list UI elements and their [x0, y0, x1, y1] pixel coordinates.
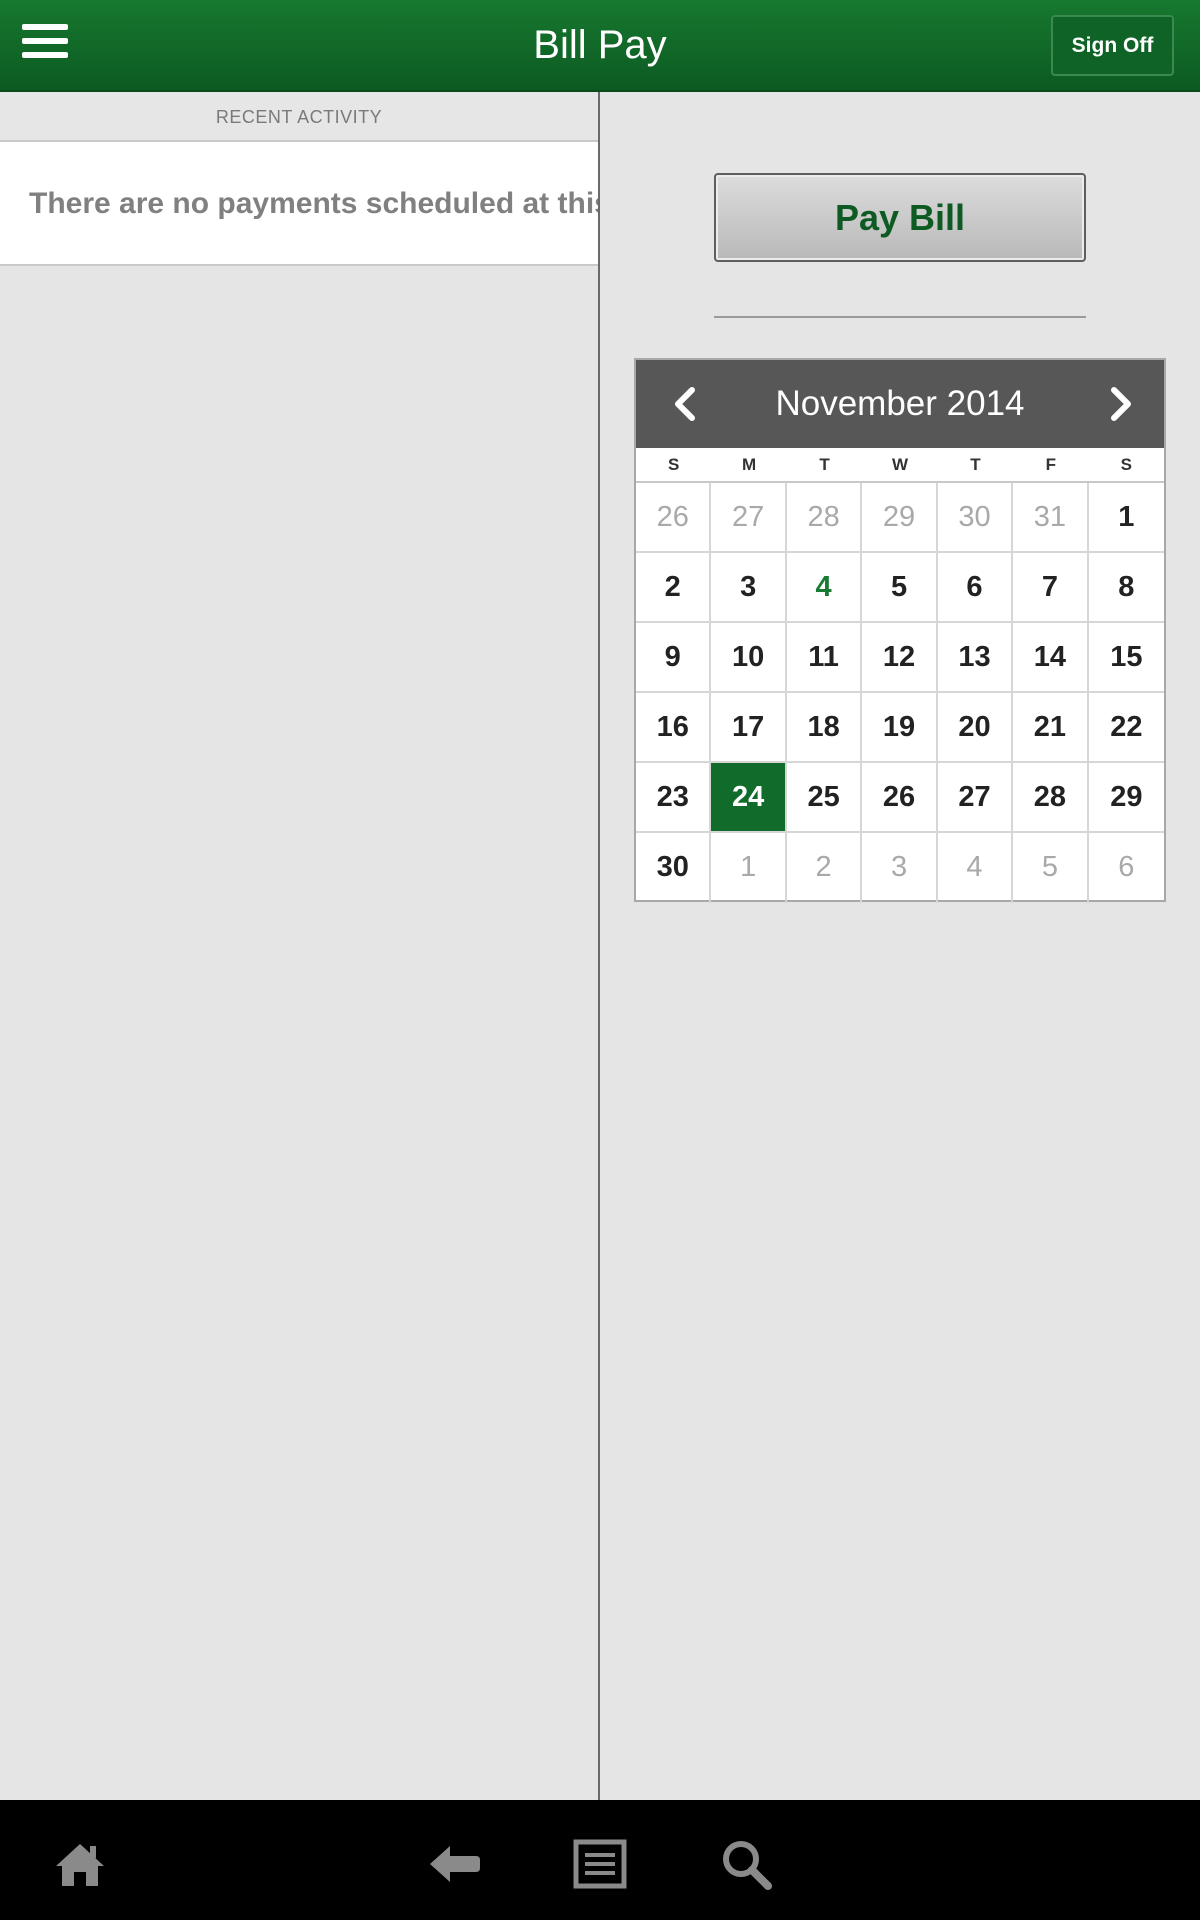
page-title: Bill Pay — [533, 23, 667, 67]
calendar-day[interactable]: 14 — [1013, 623, 1089, 693]
divider — [714, 316, 1086, 318]
calendar-day[interactable]: 5 — [1013, 833, 1089, 903]
calendar-day[interactable]: 6 — [1089, 833, 1164, 903]
calendar-day[interactable]: 29 — [862, 483, 938, 553]
calendar-day[interactable]: 17 — [711, 693, 787, 763]
calendar-day[interactable]: 7 — [1013, 553, 1089, 623]
recent-activity-header: RECENT ACTIVITY — [0, 92, 598, 142]
calendar-day[interactable]: 13 — [937, 623, 1014, 693]
calendar-day[interactable]: 26 — [862, 763, 938, 833]
calendar-day-today[interactable]: 4 — [786, 553, 863, 623]
calendar-header: November 2014 — [636, 360, 1164, 448]
recent-activity-pane: RECENT ACTIVITY There are no payments sc… — [0, 92, 600, 1800]
weekday-label: W — [891, 455, 908, 474]
calendar-day[interactable]: 30 — [937, 483, 1014, 553]
system-nav-bar — [0, 1800, 1200, 1920]
calendar-day[interactable]: 25 — [786, 763, 863, 833]
weekday-label: F — [1045, 455, 1057, 474]
calendar-week-row: 9 10 11 12 13 14 15 — [636, 623, 1165, 693]
calendar-day[interactable]: 29 — [1088, 763, 1165, 833]
calendar-day[interactable]: 6 — [937, 553, 1014, 623]
calendar-day[interactable]: 16 — [636, 693, 712, 763]
calendar-month-title: November 2014 — [775, 384, 1025, 423]
no-payments-message: There are no payments scheduled at this — [0, 142, 598, 266]
chevron-right-icon[interactable] — [1096, 380, 1144, 428]
calendar-day[interactable]: 15 — [1088, 623, 1165, 693]
pay-bill-button[interactable]: Pay Bill — [714, 173, 1086, 262]
calendar-day[interactable]: 22 — [1088, 693, 1165, 763]
calendar-day[interactable]: 3 — [862, 833, 938, 903]
calendar-day[interactable]: 11 — [786, 623, 863, 693]
weekday-label: S — [1120, 455, 1132, 474]
calendar-day[interactable]: 23 — [636, 763, 712, 833]
calendar-week-row: 26 27 28 29 30 31 1 — [636, 483, 1165, 553]
calendar-day[interactable]: 1 — [1088, 483, 1165, 553]
calendar-day[interactable]: 5 — [862, 553, 938, 623]
weekday-label: T — [970, 455, 981, 474]
calendar-day[interactable]: 30 — [636, 833, 712, 903]
calendar-week-row: 23 24 25 26 27 28 29 — [636, 763, 1165, 833]
sign-off-button[interactable]: Sign Off — [1051, 15, 1174, 76]
calendar-day[interactable]: 28 — [1013, 763, 1089, 833]
calendar-day-selected[interactable]: 24 — [711, 763, 787, 833]
calendar-day[interactable]: 27 — [937, 763, 1014, 833]
calendar-day[interactable]: 8 — [1088, 553, 1165, 623]
calendar-week-row: 2345678 — [636, 553, 1165, 623]
calendar: November 2014 S M T W T F S 26 27 28 29 30 31… — [634, 358, 1166, 903]
calendar-day[interactable]: 12 — [862, 623, 938, 693]
weekday-label: T — [819, 455, 830, 474]
calendar-day[interactable]: 9 — [636, 623, 712, 693]
calendar-day[interactable]: 19 — [862, 693, 938, 763]
calendar-week-row: 16 17 18 19 20 21 22 — [636, 693, 1165, 763]
app-header: Bill Pay Sign Off — [0, 0, 1200, 92]
weekday-label: M — [742, 455, 757, 474]
calendar-grid: 26 27 28 29 30 31 1 2 3 4 5 6 7 8 9 10 11 12 13 14 15 16 17 18 1… — [636, 483, 1165, 903]
home-icon[interactable] — [52, 1836, 108, 1892]
calendar-day[interactable]: 2 — [787, 833, 863, 903]
calendar-day[interactable]: 1 — [711, 833, 787, 903]
calendar-day[interactable]: 21 — [1013, 693, 1089, 763]
calendar-day[interactable]: 31 — [1013, 483, 1089, 553]
calendar-day[interactable]: 4 — [938, 833, 1014, 903]
calendar-day[interactable]: 20 — [937, 693, 1014, 763]
calendar-day[interactable]: 2 — [636, 553, 712, 623]
calendar-day[interactable]: 27 — [711, 483, 787, 553]
search-icon[interactable] — [718, 1836, 774, 1892]
calendar-day[interactable]: 26 — [636, 483, 712, 553]
calendar-day[interactable]: 10 — [711, 623, 787, 693]
back-icon[interactable] — [426, 1836, 482, 1892]
calendar-week-row: 30 1 2 3 4 5 6 — [636, 833, 1164, 903]
recent-apps-icon[interactable] — [572, 1836, 628, 1892]
weekday-header-row: S M T W T F S — [636, 448, 1164, 483]
calendar-day[interactable]: 3 — [711, 553, 787, 623]
weekday-label: S — [668, 455, 680, 474]
calendar-day[interactable]: 18 — [786, 693, 863, 763]
calendar-day[interactable]: 28 — [786, 483, 863, 553]
